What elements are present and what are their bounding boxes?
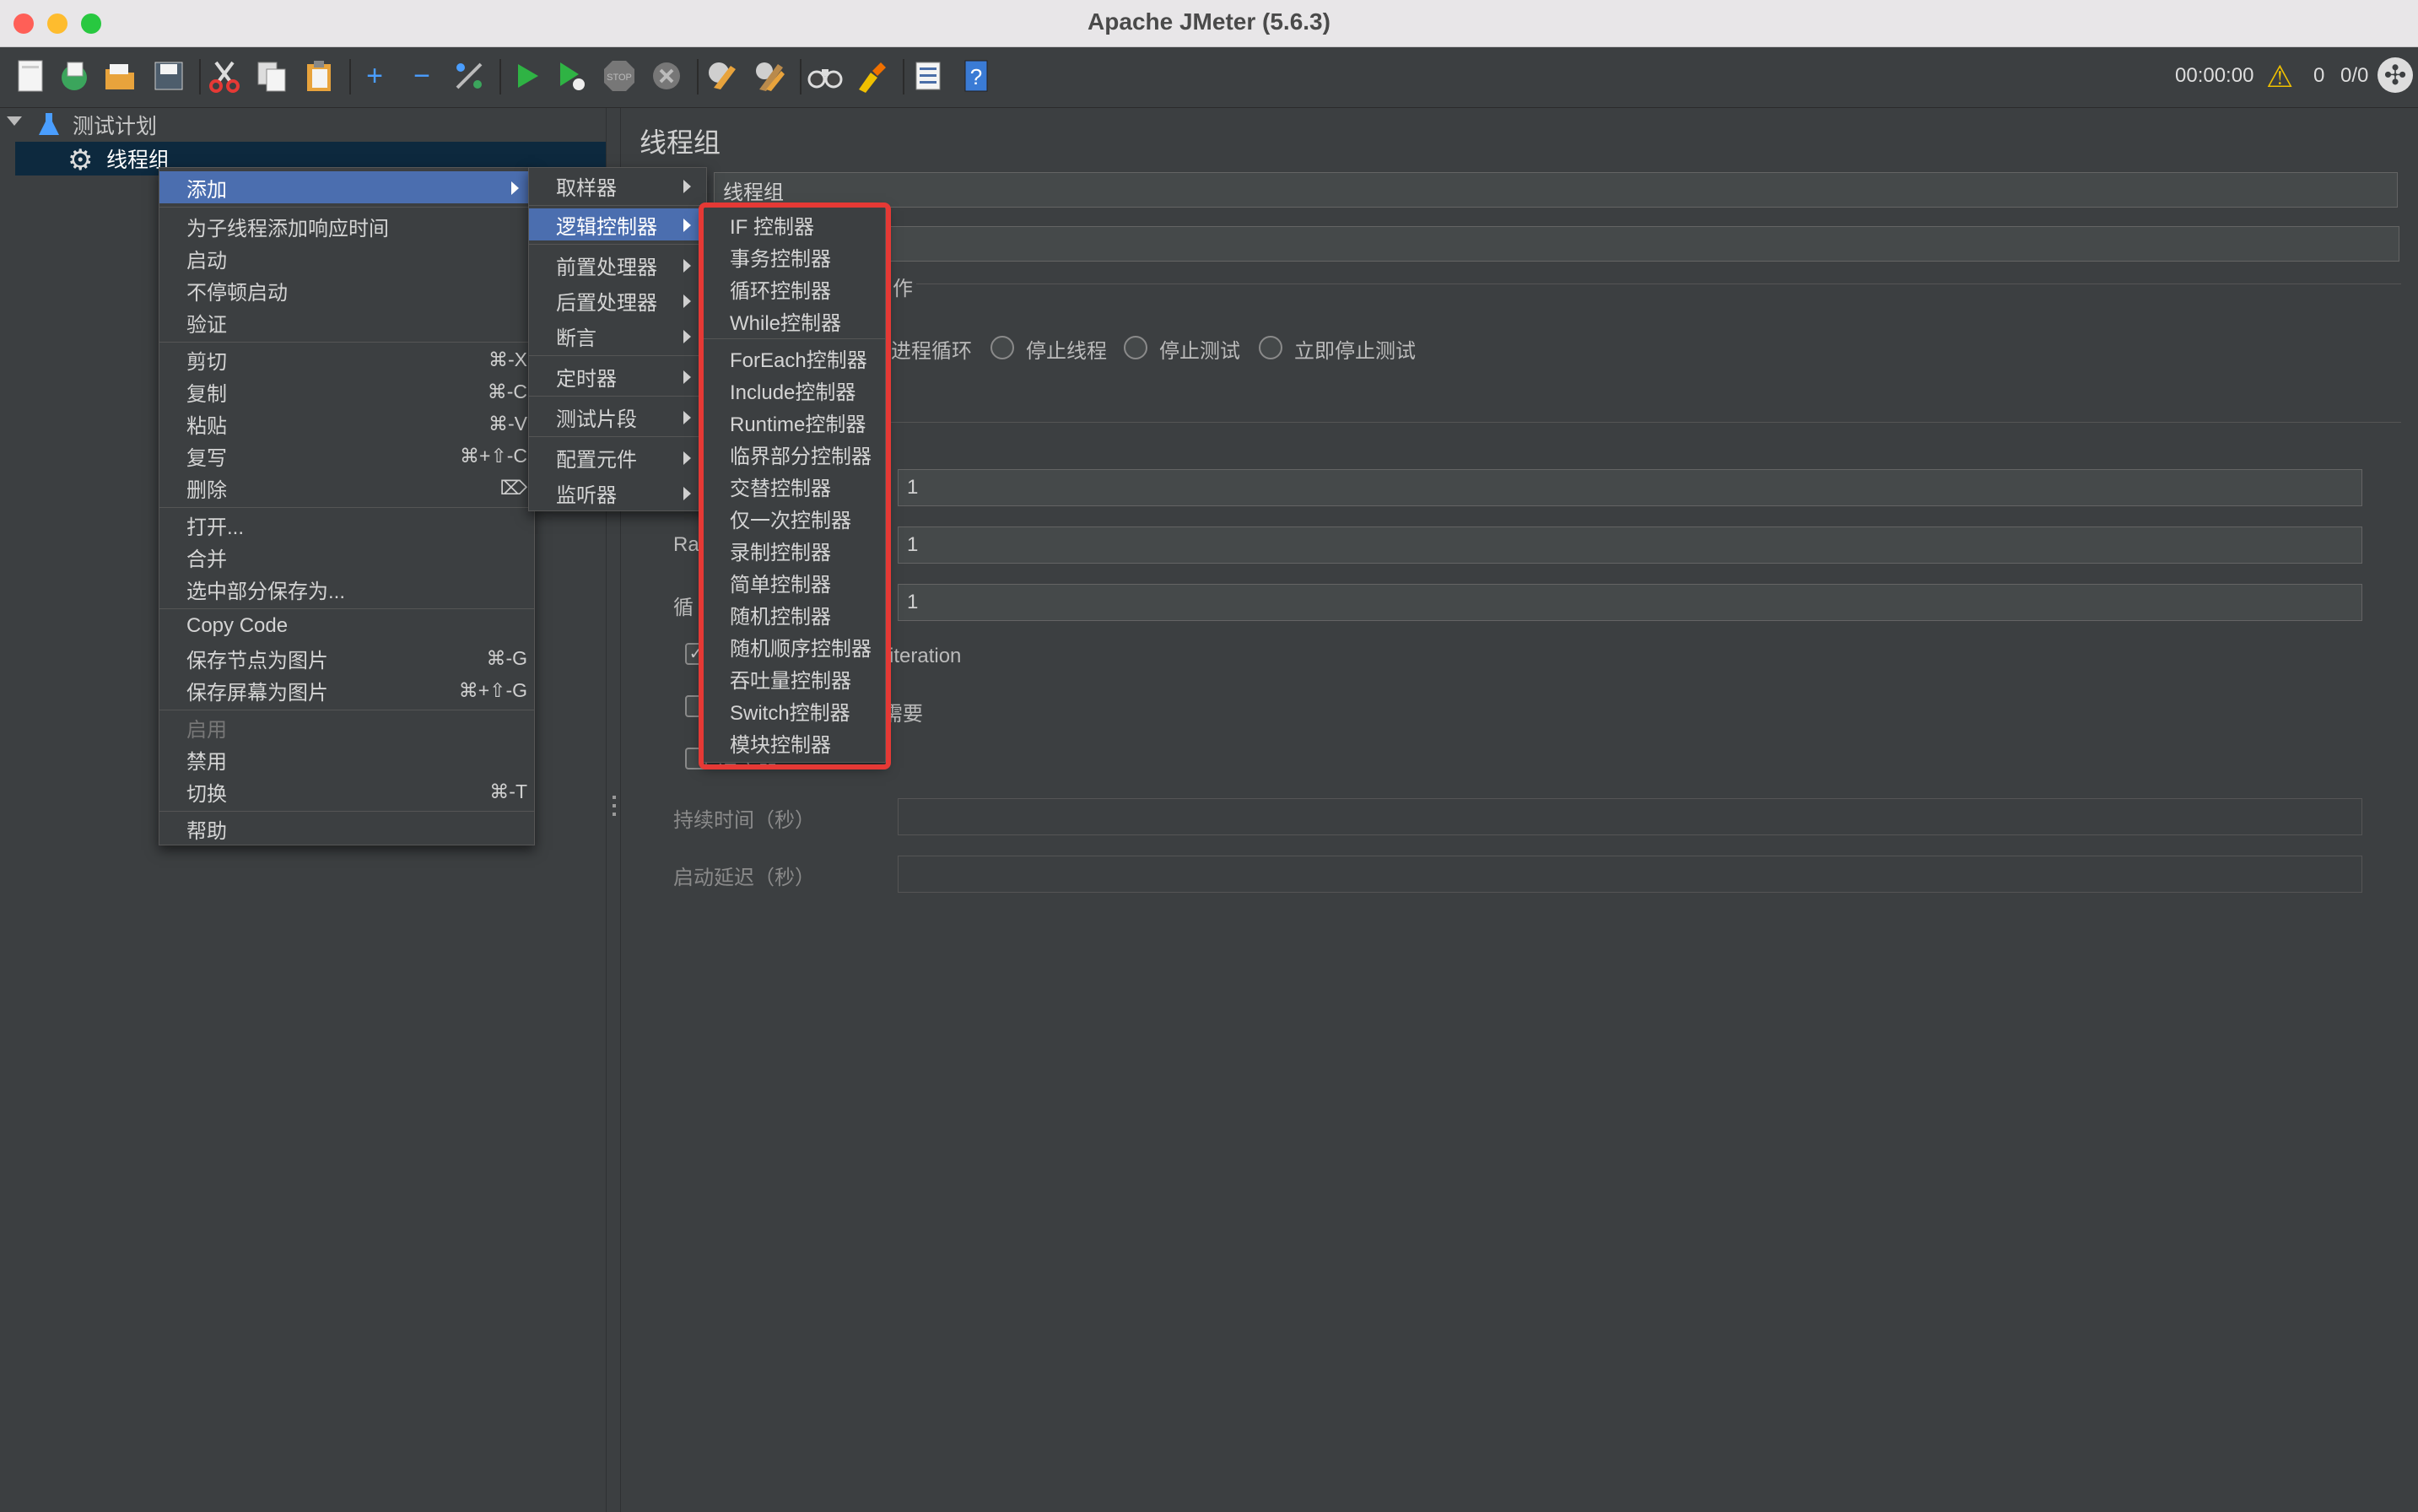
active-threads-count: 0/0 <box>2340 64 2369 87</box>
toggle-icon[interactable] <box>451 57 488 94</box>
clear-all-icon[interactable] <box>751 57 788 94</box>
menu-item-open[interactable]: 打开... <box>159 509 534 541</box>
reset-search-icon[interactable] <box>854 57 891 94</box>
submenu-arrow-icon <box>683 294 691 308</box>
copy-icon[interactable] <box>253 57 290 94</box>
menu-item-start-no-pause[interactable]: 不停顿启动 <box>159 274 534 306</box>
action-section-label: 作 <box>893 278 913 300</box>
menu-item-delete[interactable]: 删除 ⌦ <box>159 472 534 504</box>
svg-text:STOP: STOP <box>607 73 632 83</box>
threads-count-field[interactable]: 1 <box>898 469 2362 506</box>
menu-item-merge[interactable]: 合并 <box>159 541 534 573</box>
window-title: Apache JMeter (5.6.3) <box>1088 8 1330 35</box>
shutdown-icon[interactable] <box>648 57 685 94</box>
menu-item-start[interactable]: 启动 <box>159 242 534 274</box>
collapse-icon[interactable]: − <box>403 57 440 94</box>
submenu-arrow-icon <box>683 259 691 273</box>
start-icon[interactable] <box>508 57 545 94</box>
tree-node-label: 测试计划 <box>73 115 158 138</box>
search-icon[interactable] <box>807 57 844 94</box>
menu-item-cut[interactable]: 剪切 ⌘-X <box>159 343 534 375</box>
submenu-item-pre-processor[interactable]: 前置处理器 <box>529 249 706 281</box>
comments-field[interactable] <box>714 226 2399 262</box>
same-user-label: iteration <box>889 645 962 667</box>
svg-text:?: ? <box>970 64 982 89</box>
warning-icon[interactable]: ⚠ <box>2266 59 2293 94</box>
submenu-item-logic-controller[interactable]: 逻辑控制器 <box>529 208 706 240</box>
menu-item-save-selection-as[interactable]: 选中部分保存为... <box>159 573 534 605</box>
function-helper-icon[interactable] <box>909 57 947 94</box>
menu-item-enable: 启用 <box>186 718 227 742</box>
submenu-arrow-icon <box>683 487 691 500</box>
radio-label-stop-test: 停止测试 <box>1159 340 1240 363</box>
menu-item-paste[interactable]: 粘贴 ⌘-V <box>159 408 534 440</box>
submenu-arrow-icon <box>511 181 519 195</box>
flask-icon <box>37 111 61 144</box>
submenu-item-timer[interactable]: 定时器 <box>529 360 706 392</box>
stop-icon[interactable]: STOP <box>601 57 638 94</box>
save-icon[interactable] <box>150 57 187 94</box>
tree-node-test-plan[interactable]: 测试计划 <box>0 108 606 142</box>
loop-count-field[interactable]: 1 <box>898 584 2362 621</box>
menu-item-disable[interactable]: 禁用 <box>159 743 534 775</box>
help-icon[interactable]: ? <box>957 57 994 94</box>
menu-item-save-node-image[interactable]: 保存节点为图片 ⌘-G <box>159 642 534 674</box>
submenu-arrow-icon <box>683 370 691 384</box>
duration-label: 持续时间（秒） <box>673 809 815 832</box>
menu-item-toggle[interactable]: 切换 ⌘-T <box>159 775 534 807</box>
radio-stop-test[interactable] <box>1124 336 1147 359</box>
context-menu: 添加 为子线程添加响应时间 启动 不停顿启动 验证 剪切 ⌘-X 复制 ⌘-C 粘贴… <box>159 167 535 845</box>
start-no-pause-icon[interactable] <box>553 57 591 94</box>
submenu-arrow-icon <box>683 180 691 193</box>
submenu-item-post-processor[interactable]: 后置处理器 <box>529 284 706 316</box>
menu-item-copy[interactable]: 复制 ⌘-C <box>159 375 534 408</box>
clear-icon[interactable] <box>704 57 741 94</box>
name-field[interactable]: 线程组 <box>714 172 2398 208</box>
submenu-arrow-icon <box>683 330 691 343</box>
templates-icon[interactable] <box>56 57 93 94</box>
radio-stop-test-now[interactable] <box>1259 336 1282 359</box>
menu-item-copy-code[interactable]: Copy Code <box>159 610 534 642</box>
radio-label-stop-thread: 停止线程 <box>1026 340 1107 363</box>
submenu-item-listener[interactable]: 监听器 <box>529 477 706 509</box>
menu-item-save-screen-image[interactable]: 保存屏幕为图片 ⌘+⇧-G <box>159 674 534 706</box>
remote-status-icon[interactable]: ✣ <box>2378 57 2413 93</box>
drag-handle-icon[interactable] <box>613 796 616 819</box>
paste-icon[interactable] <box>300 57 337 94</box>
expand-icon[interactable]: + <box>356 57 393 94</box>
menu-item-help[interactable]: 帮助 <box>159 813 534 845</box>
submenu-item-config-element[interactable]: 配置元件 <box>529 441 706 473</box>
menu-item-add-response-time[interactable]: 为子线程添加响应时间 <box>159 210 534 242</box>
toolbar: + − STOP ? 00:00:00 ⚠ 0 0/0 ✣ <box>0 47 2418 108</box>
startup-delay-label: 启动延迟（秒） <box>673 867 815 889</box>
submenu-item-assertion[interactable]: 断言 <box>529 320 706 352</box>
elapsed-timer: 00:00:00 <box>2175 64 2254 87</box>
submenu-item-sampler[interactable]: 取样器 <box>529 170 706 202</box>
gear-icon: ⚙ <box>67 144 94 176</box>
panel-title: 线程组 <box>640 127 721 158</box>
cut-icon[interactable] <box>206 57 243 94</box>
ramp-up-label: Ra <box>673 533 699 556</box>
duration-field[interactable] <box>898 798 2362 835</box>
loop-count-label: 循 <box>673 597 694 619</box>
radio-label-stop-test-now: 立即停止测试 <box>1294 340 1416 363</box>
annotation-highlight-box <box>699 202 891 770</box>
submenu-item-test-fragment[interactable]: 测试片段 <box>529 401 706 433</box>
menu-item-add[interactable]: 添加 <box>159 171 534 203</box>
new-icon[interactable] <box>12 57 49 94</box>
startup-delay-field[interactable] <box>898 856 2362 893</box>
submenu-arrow-icon <box>683 451 691 465</box>
collapse-arrow-icon[interactable] <box>7 116 22 126</box>
radio-label-next-loop: 进程循环 <box>891 340 972 363</box>
open-icon[interactable] <box>101 57 138 94</box>
menu-item-duplicate[interactable]: 复写 ⌘+⇧-C <box>159 440 534 472</box>
submenu-arrow-icon <box>683 219 691 232</box>
ramp-up-field[interactable]: 1 <box>898 526 2362 564</box>
radio-stop-thread[interactable] <box>990 336 1014 359</box>
submenu-arrow-icon <box>683 411 691 424</box>
warning-count: 0 <box>2313 64 2325 87</box>
add-submenu: 取样器 逻辑控制器 前置处理器 后置处理器 断言 定时器 测试片段 配置元件 监… <box>528 167 707 511</box>
menu-item-validate[interactable]: 验证 <box>159 306 534 338</box>
title-bar: Apache JMeter (5.6.3) <box>0 0 2418 47</box>
